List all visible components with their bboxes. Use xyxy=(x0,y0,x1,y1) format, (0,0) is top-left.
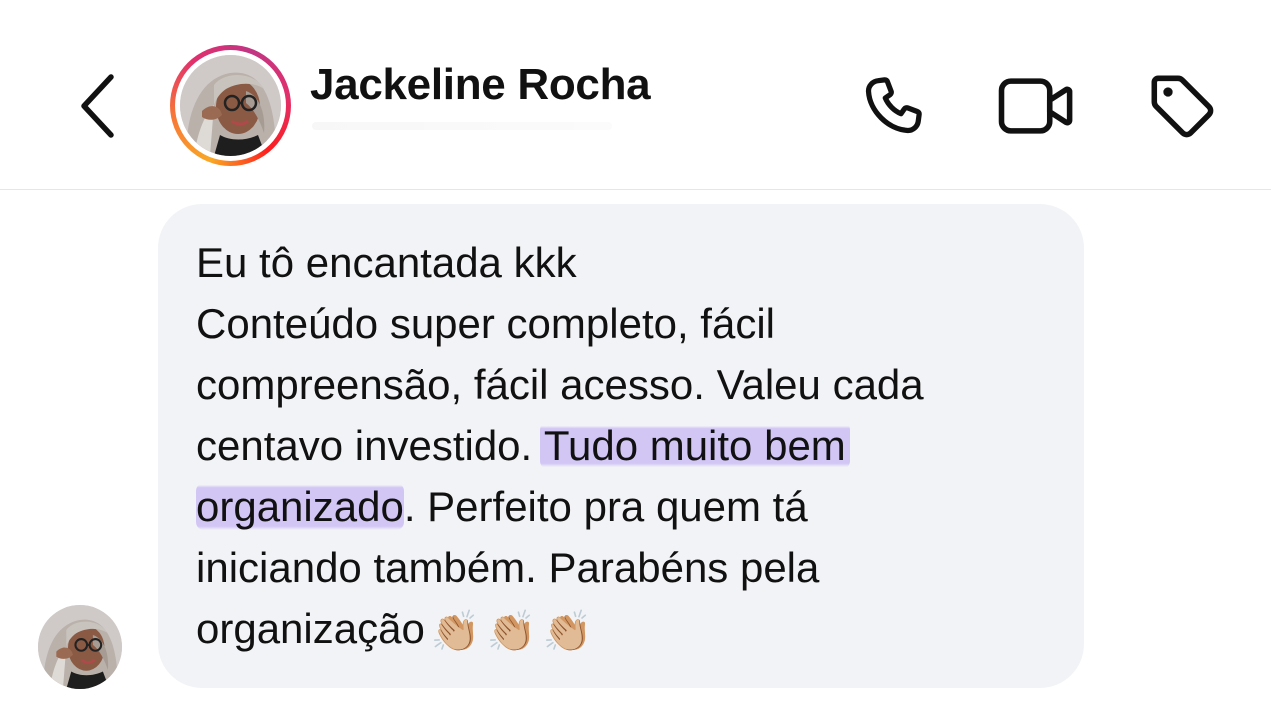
message-line: organizado. Perfeito pra quem tá xyxy=(196,476,1048,537)
tag-button[interactable] xyxy=(1142,66,1222,146)
message-line: Eu tô encantada kkk xyxy=(196,239,577,286)
message-text: centavo investido. xyxy=(196,422,544,469)
message-line: compreensão, fácil acesso. Valeu cada xyxy=(196,361,924,408)
chevron-left-icon xyxy=(81,74,114,138)
message-text: . Perfeito pra quem tá xyxy=(403,483,808,530)
message-line: Conteúdo super completo, fácil xyxy=(196,300,775,347)
highlighted-text: Tudo muito bem xyxy=(539,422,850,469)
contact-subtitle xyxy=(312,122,612,130)
message-bubble[interactable]: Eu tô encantada kkk Conteúdo super compl… xyxy=(158,204,1084,688)
contact-name[interactable]: Jackeline Rocha xyxy=(310,60,651,110)
highlighted-text: organizado xyxy=(196,483,404,530)
video-camera-icon xyxy=(998,78,1073,134)
sender-avatar[interactable] xyxy=(38,605,122,689)
avatar xyxy=(180,55,281,156)
voice-call-button[interactable] xyxy=(853,66,933,146)
message-text: organização xyxy=(196,605,425,652)
tag-icon xyxy=(1151,75,1214,138)
clapping-hands-emoji: 👏🏼 xyxy=(486,610,537,654)
contact-avatar[interactable] xyxy=(170,45,291,166)
message-line: centavo investido. Tudo muito bem xyxy=(196,415,1048,476)
clapping-hands-emoji: 👏🏼 xyxy=(430,610,481,654)
phone-icon xyxy=(865,77,922,134)
message-line: iniciando também. Parabéns pela xyxy=(196,544,820,591)
video-call-button[interactable] xyxy=(996,66,1076,146)
back-button[interactable] xyxy=(62,66,132,146)
chat-header: Jackeline Rocha xyxy=(0,0,1271,190)
clapping-hands-emoji: 👏🏼 xyxy=(542,610,593,654)
message-line: organização 👏🏼 👏🏼 👏🏼 xyxy=(196,598,1048,663)
